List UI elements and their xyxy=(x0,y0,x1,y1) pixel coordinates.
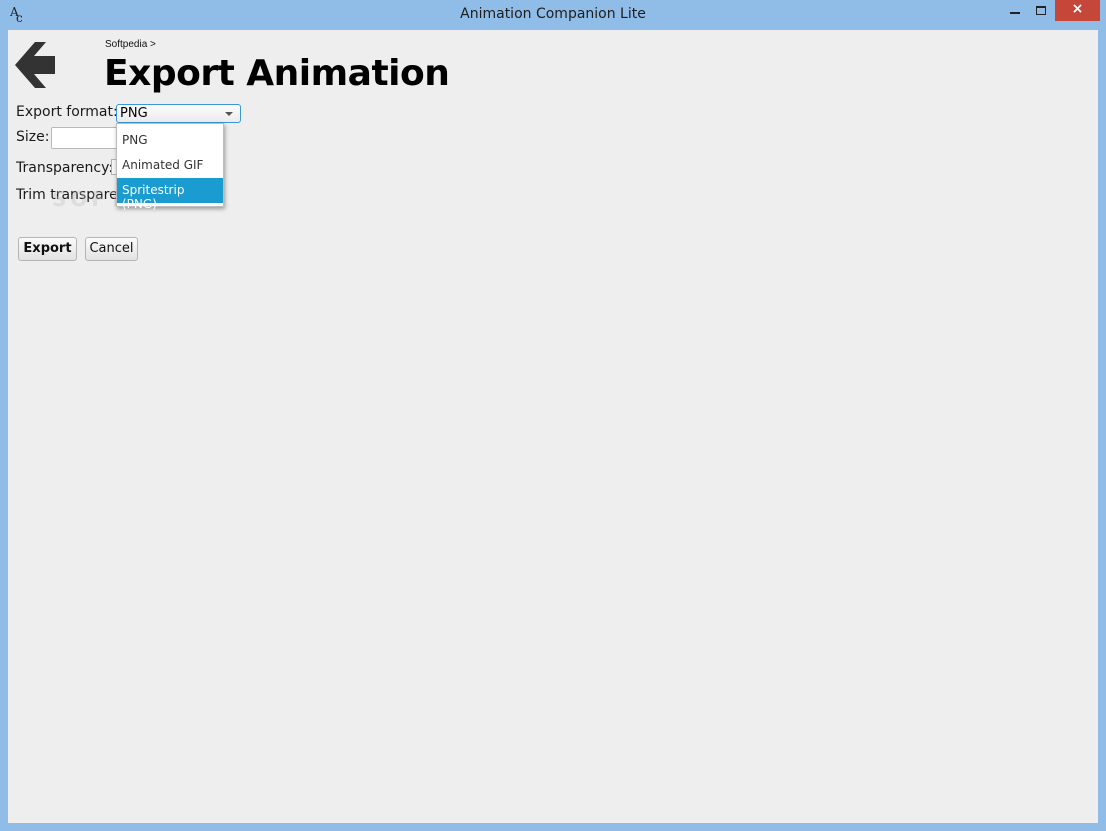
export-format-value: PNG xyxy=(120,106,148,121)
page-title: Export Animation xyxy=(104,53,450,94)
back-button[interactable] xyxy=(15,41,57,89)
export-button[interactable]: Export xyxy=(18,237,77,261)
dropdown-option-animated-gif[interactable]: Animated GIF xyxy=(117,153,223,178)
cancel-button[interactable]: Cancel xyxy=(85,237,138,261)
export-format-label: Export format: xyxy=(16,104,118,120)
export-format-select[interactable]: PNG xyxy=(116,104,241,123)
app-window: Ac Animation Companion Lite × Softpedia … xyxy=(0,0,1106,831)
minimize-button[interactable] xyxy=(1001,0,1028,21)
window-title: Animation Companion Lite xyxy=(460,6,646,22)
size-input[interactable] xyxy=(51,127,123,149)
option-label: Spritestrip (PNG) xyxy=(122,183,185,211)
breadcrumb[interactable]: Softpedia > xyxy=(105,39,156,50)
close-icon: × xyxy=(1071,1,1084,17)
dropdown-option-png[interactable]: PNG xyxy=(117,128,223,153)
maximize-icon xyxy=(1036,6,1046,15)
content-area: Softpedia > Export Animation Export form… xyxy=(8,30,1098,823)
title-bar[interactable]: Ac Animation Companion Lite × xyxy=(0,0,1106,30)
chevron-down-icon xyxy=(225,112,233,116)
maximize-button[interactable] xyxy=(1028,0,1055,21)
back-arrow-icon xyxy=(15,42,55,88)
option-label: PNG xyxy=(122,133,148,147)
option-label: Animated GIF xyxy=(122,158,204,172)
close-button[interactable]: × xyxy=(1055,0,1100,21)
size-label: Size: xyxy=(16,129,50,145)
export-format-dropdown: PNG Animated GIF Spritestrip (PNG) xyxy=(116,123,224,211)
dropdown-option-spritestrip[interactable]: Spritestrip (PNG) xyxy=(117,178,223,211)
transparency-label: Transparency: xyxy=(16,160,114,176)
minimize-icon xyxy=(1010,12,1020,14)
